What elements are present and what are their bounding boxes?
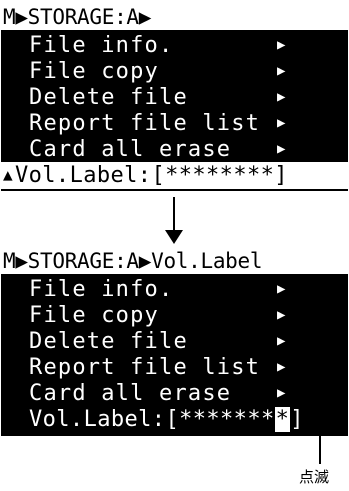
menu-item-card-all-erase[interactable]: Card all erase ▶ bbox=[1, 380, 348, 407]
vol-label-edit-field[interactable]: Vol.Label:[********] bbox=[29, 406, 304, 433]
submenu-arrow-icon: ▶ bbox=[277, 141, 286, 157]
vol-label-suffix: ] bbox=[290, 407, 304, 432]
submenu-arrow-icon: ▶ bbox=[277, 359, 286, 375]
pointer-arrow-line bbox=[319, 416, 321, 464]
vol-label-prefix: Vol.Label:[******* bbox=[29, 407, 275, 432]
menu-item-vol-label[interactable]: ▲ Vol.Label:[********] bbox=[1, 162, 348, 189]
blinking-cursor-char: * bbox=[274, 407, 291, 432]
menu-item-label: File copy bbox=[29, 59, 160, 84]
selection-marker-icon: ▲ bbox=[3, 165, 13, 184]
menu-item-label: File info. bbox=[29, 33, 174, 58]
submenu-arrow-icon: ▶ bbox=[277, 385, 286, 401]
menu-item-vol-label-editing[interactable]: Vol.Label:[********] bbox=[1, 406, 348, 433]
menu-item-file-info[interactable]: File info. ▶ bbox=[1, 276, 348, 303]
submenu-arrow-icon: ▶ bbox=[277, 89, 286, 105]
submenu-arrow-icon: ▶ bbox=[277, 115, 286, 131]
menu-item-label: File copy bbox=[29, 303, 160, 328]
menu-item-delete-file[interactable]: Delete file ▶ bbox=[1, 328, 348, 355]
submenu-arrow-icon: ▶ bbox=[277, 37, 286, 53]
menu-title: M▶STORAGE:A▶Vol.Label bbox=[1, 248, 348, 274]
menu-item-report-file-list[interactable]: Report file list ▶ bbox=[1, 354, 348, 381]
submenu-arrow-icon: ▶ bbox=[277, 63, 286, 79]
lcd-screen-after: M▶STORAGE:A▶Vol.Label File info. ▶ File … bbox=[1, 248, 348, 436]
menu-title: M▶STORAGE:A▶ bbox=[1, 4, 348, 30]
menu-item-label: Report file list bbox=[29, 355, 261, 380]
lcd-screen-before: M▶STORAGE:A▶ File info. ▶ File copy ▶ De… bbox=[1, 4, 348, 191]
menu-item-file-info[interactable]: File info. ▶ bbox=[1, 32, 348, 59]
menu-item-delete-file[interactable]: Delete file ▶ bbox=[1, 84, 348, 111]
menu-item-report-file-list[interactable]: Report file list ▶ bbox=[1, 110, 348, 137]
up-arrow-icon bbox=[311, 403, 329, 417]
menu-item-label: Delete file bbox=[29, 329, 188, 354]
menu-item-file-copy[interactable]: File copy ▶ bbox=[1, 302, 348, 329]
transition-arrow-line bbox=[173, 197, 175, 233]
blink-annotation-label: 点滅 bbox=[299, 468, 330, 486]
vol-label-value: Vol.Label:[********] bbox=[15, 163, 288, 188]
submenu-arrow-icon: ▶ bbox=[277, 281, 286, 297]
submenu-arrow-icon: ▶ bbox=[277, 333, 286, 349]
menu-item-label: Card all erase bbox=[29, 137, 232, 162]
menu-item-label: Report file list bbox=[29, 111, 261, 136]
menu-item-file-copy[interactable]: File copy ▶ bbox=[1, 58, 348, 85]
menu-item-label: Delete file bbox=[29, 85, 188, 110]
menu-item-card-all-erase[interactable]: Card all erase ▶ bbox=[1, 136, 348, 163]
menu-item-label: File info. bbox=[29, 277, 174, 302]
menu-item-label: Card all erase bbox=[29, 381, 232, 406]
down-arrow-icon bbox=[165, 230, 183, 244]
submenu-arrow-icon: ▶ bbox=[277, 307, 286, 323]
